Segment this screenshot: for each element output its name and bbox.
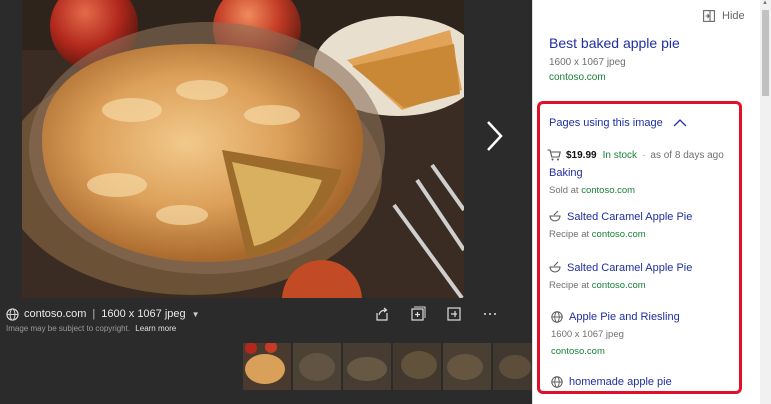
chevron-down-icon[interactable]: ▼ (192, 310, 200, 319)
recipe-icon (549, 261, 561, 273)
panel-image-dimensions: 1600 x 1067 jpeg (549, 57, 626, 68)
sold-at: Sold at contoso.com (549, 185, 635, 196)
recipe-source: Recipe at contoso.com (549, 229, 646, 240)
thumbnail-item[interactable] (443, 343, 491, 390)
source-domain[interactable]: contoso.com (24, 308, 86, 320)
sold-at-domain[interactable]: contoso.com (581, 185, 635, 196)
sold-at-prefix: Sold at (549, 185, 582, 196)
scroll-up-icon[interactable]: ▲ (762, 0, 768, 6)
globe-icon (551, 311, 563, 323)
pages-using-image-toggle[interactable]: Pages using this image (549, 117, 687, 129)
expand-icon[interactable] (446, 306, 462, 322)
shopping-price-row: $19.99 In stock · as of 8 days ago (547, 149, 724, 161)
learn-more-link[interactable]: Learn more (135, 324, 176, 333)
shopping-item-link[interactable]: Baking (549, 167, 583, 179)
image-details-panel: ▲ Hide Best baked apple pie 1600 x 1067 … (532, 0, 771, 404)
copyright-text: Image may be subject to copyright. (6, 324, 131, 333)
pages-heading: Pages using this image (549, 117, 663, 129)
page-dimensions: 1600 x 1067 jpeg (551, 329, 624, 340)
meta-separator: | (92, 308, 96, 320)
hide-button[interactable]: Hide (703, 10, 745, 22)
image-title[interactable]: Best baked apple pie (549, 35, 680, 51)
copyright-notice: Image may be subject to copyright. Learn… (6, 324, 176, 333)
thumbnail-item[interactable] (293, 343, 341, 390)
recipe-source: Recipe at contoso.com (549, 280, 646, 291)
scrollbar-thumb[interactable] (762, 10, 769, 96)
add-collection-icon[interactable] (410, 306, 426, 322)
thumbnail-item[interactable] (493, 343, 533, 390)
image-meta: contoso.com | 1600 x 1067 jpeg ▼ (6, 306, 200, 322)
main-image[interactable] (22, 0, 464, 298)
panel-source-link[interactable]: contoso.com (549, 72, 606, 83)
page-link[interactable]: Apple Pie and Riesling (569, 311, 680, 323)
dot-separator: · (642, 149, 646, 161)
globe-icon (6, 307, 19, 321)
image-viewer: contoso.com | 1600 x 1067 jpeg ▼ Image m… (0, 0, 533, 404)
recipe-link[interactable]: Salted Caramel Apple Pie (567, 211, 692, 223)
thumbnail-item[interactable] (393, 343, 441, 390)
recipe-domain[interactable]: contoso.com (592, 229, 646, 240)
recipe-domain[interactable]: contoso.com (592, 280, 646, 291)
thumbnail-item[interactable] (243, 343, 291, 390)
more-icon[interactable] (482, 306, 498, 322)
price-date: as of 8 days ago (650, 149, 724, 161)
panel-scrollbar[interactable]: ▲ (760, 0, 771, 404)
hide-label: Hide (722, 10, 745, 22)
price: $19.99 (566, 149, 597, 161)
recipe-prefix: Recipe at (549, 229, 592, 240)
next-image-icon[interactable] (481, 118, 507, 154)
page-domain[interactable]: contoso.com (551, 346, 605, 357)
recipe-link[interactable]: Salted Caramel Apple Pie (567, 262, 692, 274)
recipe-icon (549, 210, 561, 222)
page-link[interactable]: homemade apple pie (569, 376, 672, 388)
share-icon[interactable] (374, 306, 390, 322)
globe-icon (551, 376, 563, 388)
chevron-up-icon (673, 119, 687, 127)
thumbnail-item[interactable] (343, 343, 391, 390)
hide-icon (703, 10, 715, 22)
stock-status: In stock (602, 149, 638, 161)
image-dimensions: 1600 x 1067 jpeg (101, 308, 186, 320)
apple-pie-photo (22, 0, 464, 298)
cart-icon (547, 149, 561, 161)
recipe-prefix: Recipe at (549, 280, 592, 291)
thumbnail-strip (243, 343, 533, 390)
